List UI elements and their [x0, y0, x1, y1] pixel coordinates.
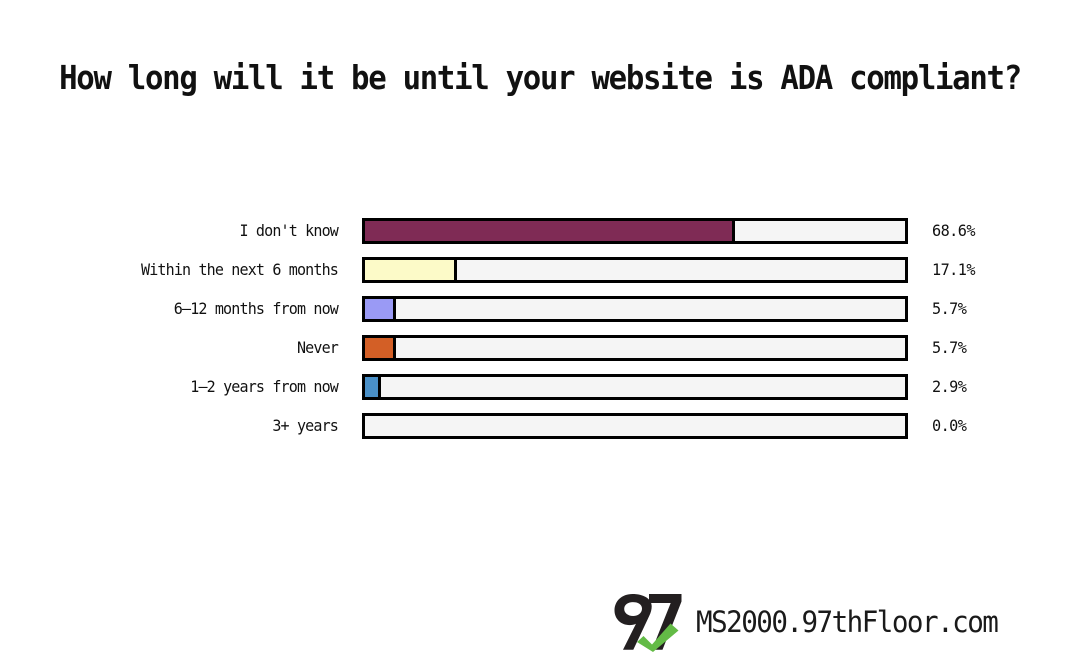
bar-fill: [365, 377, 381, 397]
bar-category-label: 3+ years: [272, 416, 339, 435]
chart-title: How long will it be until your website i…: [59, 58, 1022, 97]
bar-category-label: I don't know: [239, 221, 338, 240]
bar-category-label: Within the next 6 months: [140, 260, 339, 279]
logo-svg: [614, 594, 682, 652]
bar-track: [362, 296, 908, 322]
bar-value-label: 0.0%: [932, 416, 967, 435]
bar-value-label: 5.7%: [932, 299, 967, 318]
bar-row: Never 5.7%: [0, 335, 1080, 374]
bar-category-label: Never: [296, 338, 339, 357]
bar-track: [362, 374, 908, 400]
bar-fill: [365, 221, 736, 241]
brand-url-text: MS2000.97thFloor.com: [696, 605, 999, 639]
bar-chart-plot-area: I don't know 68.6% Within the next 6 mon…: [0, 218, 1080, 452]
bar-row: 1–2 years from now 2.9%: [0, 374, 1080, 413]
bar-category-label: 1–2 years from now: [190, 377, 339, 396]
bar-fill: [365, 299, 396, 319]
bar-category-label: 6–12 months from now: [173, 299, 339, 318]
bar-value-label: 5.7%: [932, 338, 967, 357]
bar-row: 3+ years 0.0%: [0, 413, 1080, 452]
bar-track: [362, 413, 908, 439]
footer-branding: MS2000.97thFloor.com: [612, 592, 1013, 652]
bar-row: I don't know 68.6%: [0, 218, 1080, 257]
bar-track: [362, 257, 908, 283]
bar-track: [362, 218, 908, 244]
bar-value-label: 2.9%: [932, 377, 967, 396]
bar-value-label: 17.1%: [932, 260, 975, 279]
bar-value-label: 68.6%: [932, 221, 975, 240]
bar-fill: [365, 260, 458, 280]
bar-fill: [365, 338, 396, 358]
bar-row: 6–12 months from now 5.7%: [0, 296, 1080, 335]
bar-row: Within the next 6 months 17.1%: [0, 257, 1080, 296]
97th-floor-logo-icon: [612, 592, 684, 652]
bar-track: [362, 335, 908, 361]
